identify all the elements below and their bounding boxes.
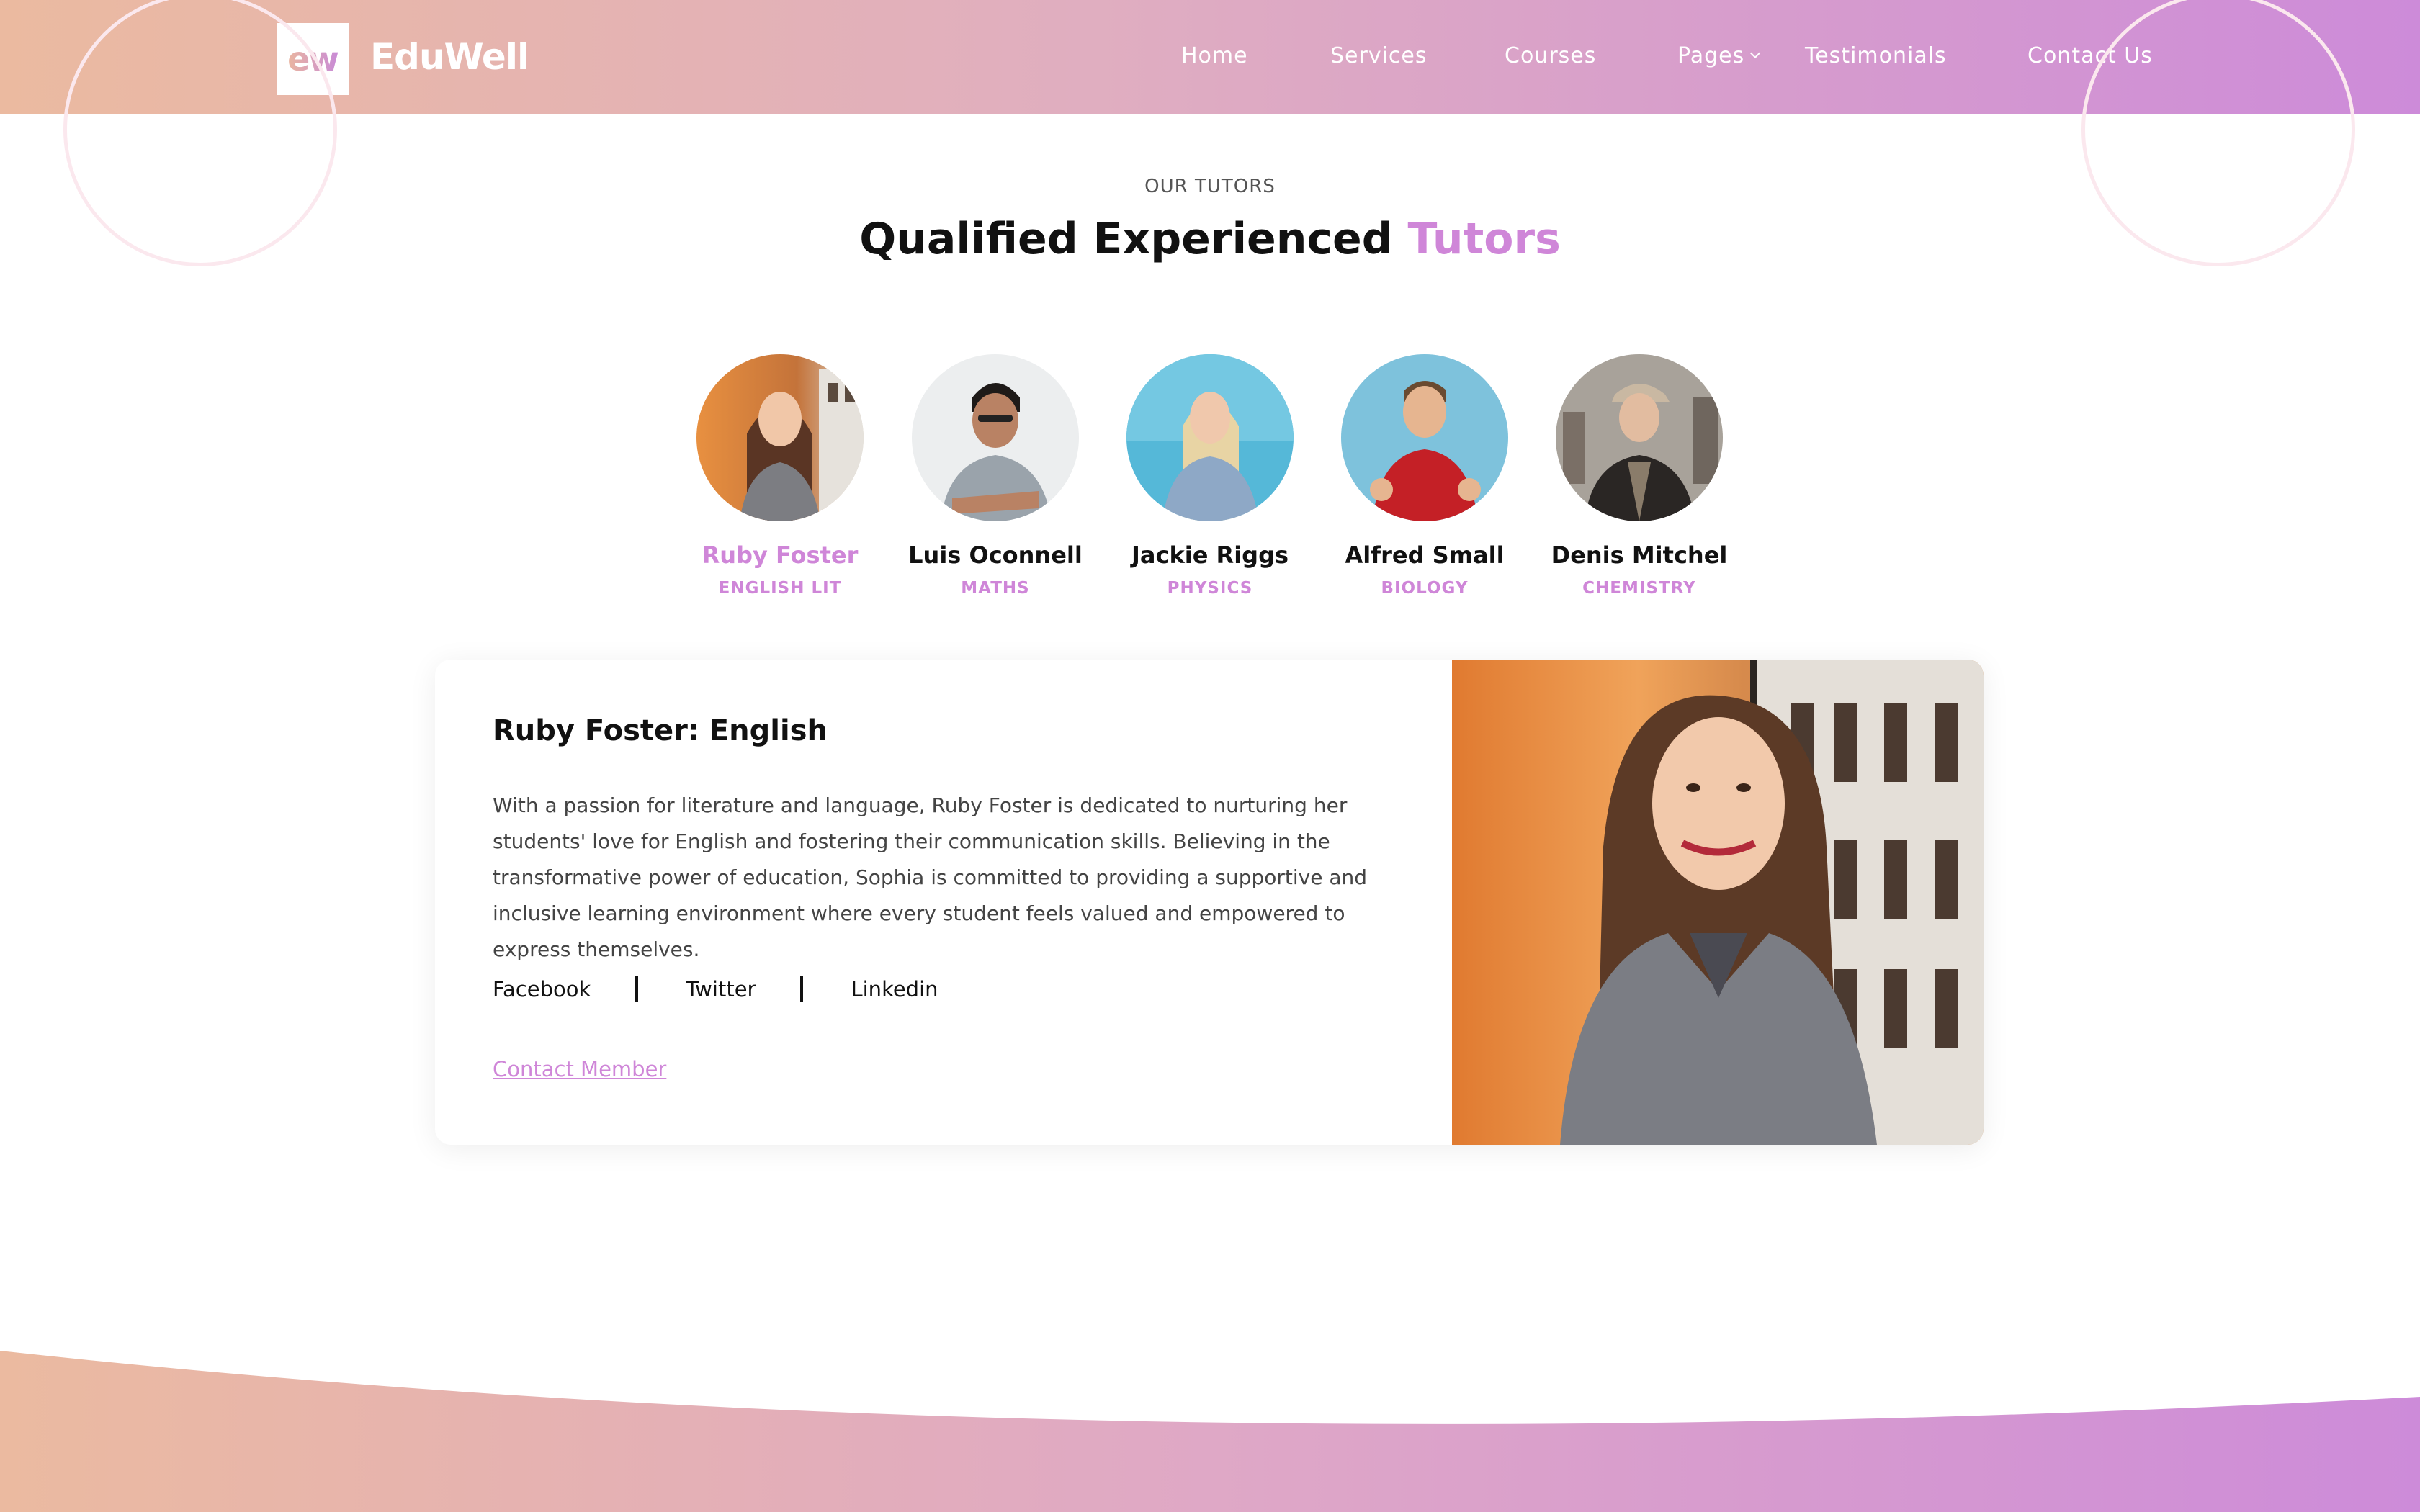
contact-member-link[interactable]: Contact Member <box>493 1057 666 1081</box>
linkedin-link[interactable]: Linkedin <box>851 977 938 1002</box>
tutor-name: Luis Oconnell <box>908 541 1083 569</box>
tutor-subject: ENGLISH LIT <box>718 579 842 598</box>
tutor-card-luis-oconnell[interactable]: Luis Oconnell MATHS <box>887 354 1103 598</box>
footer-wave <box>0 1351 2420 1512</box>
section-title-accent: Tutors <box>1407 214 1561 264</box>
tutor-detail-title: Ruby Foster: English <box>493 714 828 747</box>
section-title-main: Qualified Experienced <box>859 214 1393 264</box>
tutor-subject: MATHS <box>961 579 1030 598</box>
tutor-detail-photo <box>1452 660 1984 1145</box>
nav-pages[interactable]: Pages <box>1677 43 1761 68</box>
tutor-detail-bio: With a passion for literature and langua… <box>493 793 1368 961</box>
tutor-name: Jackie Riggs <box>1131 541 1289 569</box>
nav-pages-label: Pages <box>1677 43 1745 68</box>
tutor-card-denis-mitchel[interactable]: Denis Mitchel CHEMISTRY <box>1531 354 1747 598</box>
nav-home[interactable]: Home <box>1181 43 1248 68</box>
divider <box>635 976 639 1002</box>
divider <box>800 976 804 1002</box>
facebook-link[interactable]: Facebook <box>493 977 591 1002</box>
nav-testimonials[interactable]: Testimonials <box>1805 43 1947 68</box>
nav-courses[interactable]: Courses <box>1505 43 1596 68</box>
tutor-card-ruby-foster[interactable]: Ruby Foster ENGLISH LIT <box>672 354 888 598</box>
tutor-avatar <box>912 354 1079 521</box>
tutor-card-jackie-riggs[interactable]: Jackie Riggs PHYSICS <box>1102 354 1318 598</box>
tutor-subject: CHEMISTRY <box>1582 579 1696 598</box>
tutor-avatar <box>696 354 864 521</box>
tutor-subject: PHYSICS <box>1167 579 1253 598</box>
tutor-avatar <box>1126 354 1294 521</box>
tutor-avatar <box>1556 354 1723 521</box>
tutor-name: Alfred Small <box>1345 541 1505 569</box>
social-links: Facebook Twitter Linkedin <box>493 976 938 1002</box>
section-label: OUR TUTORS <box>1144 176 1276 197</box>
section-title: Qualified Experienced Tutors <box>0 214 2420 264</box>
tutor-name: Ruby Foster <box>702 541 859 569</box>
tutor-detail-card: Ruby Foster: English With a passion for … <box>435 660 1984 1145</box>
brand-name[interactable]: EduWell <box>370 36 529 78</box>
tutor-card-alfred-small[interactable]: Alfred Small BIOLOGY <box>1317 354 1533 598</box>
chevron-down-icon <box>1750 48 1761 59</box>
twitter-link[interactable]: Twitter <box>686 977 756 1002</box>
nav-services[interactable]: Services <box>1330 43 1428 68</box>
tutor-subject: BIOLOGY <box>1381 579 1469 598</box>
tutor-name: Denis Mitchel <box>1551 541 1728 569</box>
tutor-avatar <box>1341 354 1508 521</box>
site-header: ew EduWell Home Services Courses Pages T… <box>0 0 2420 114</box>
